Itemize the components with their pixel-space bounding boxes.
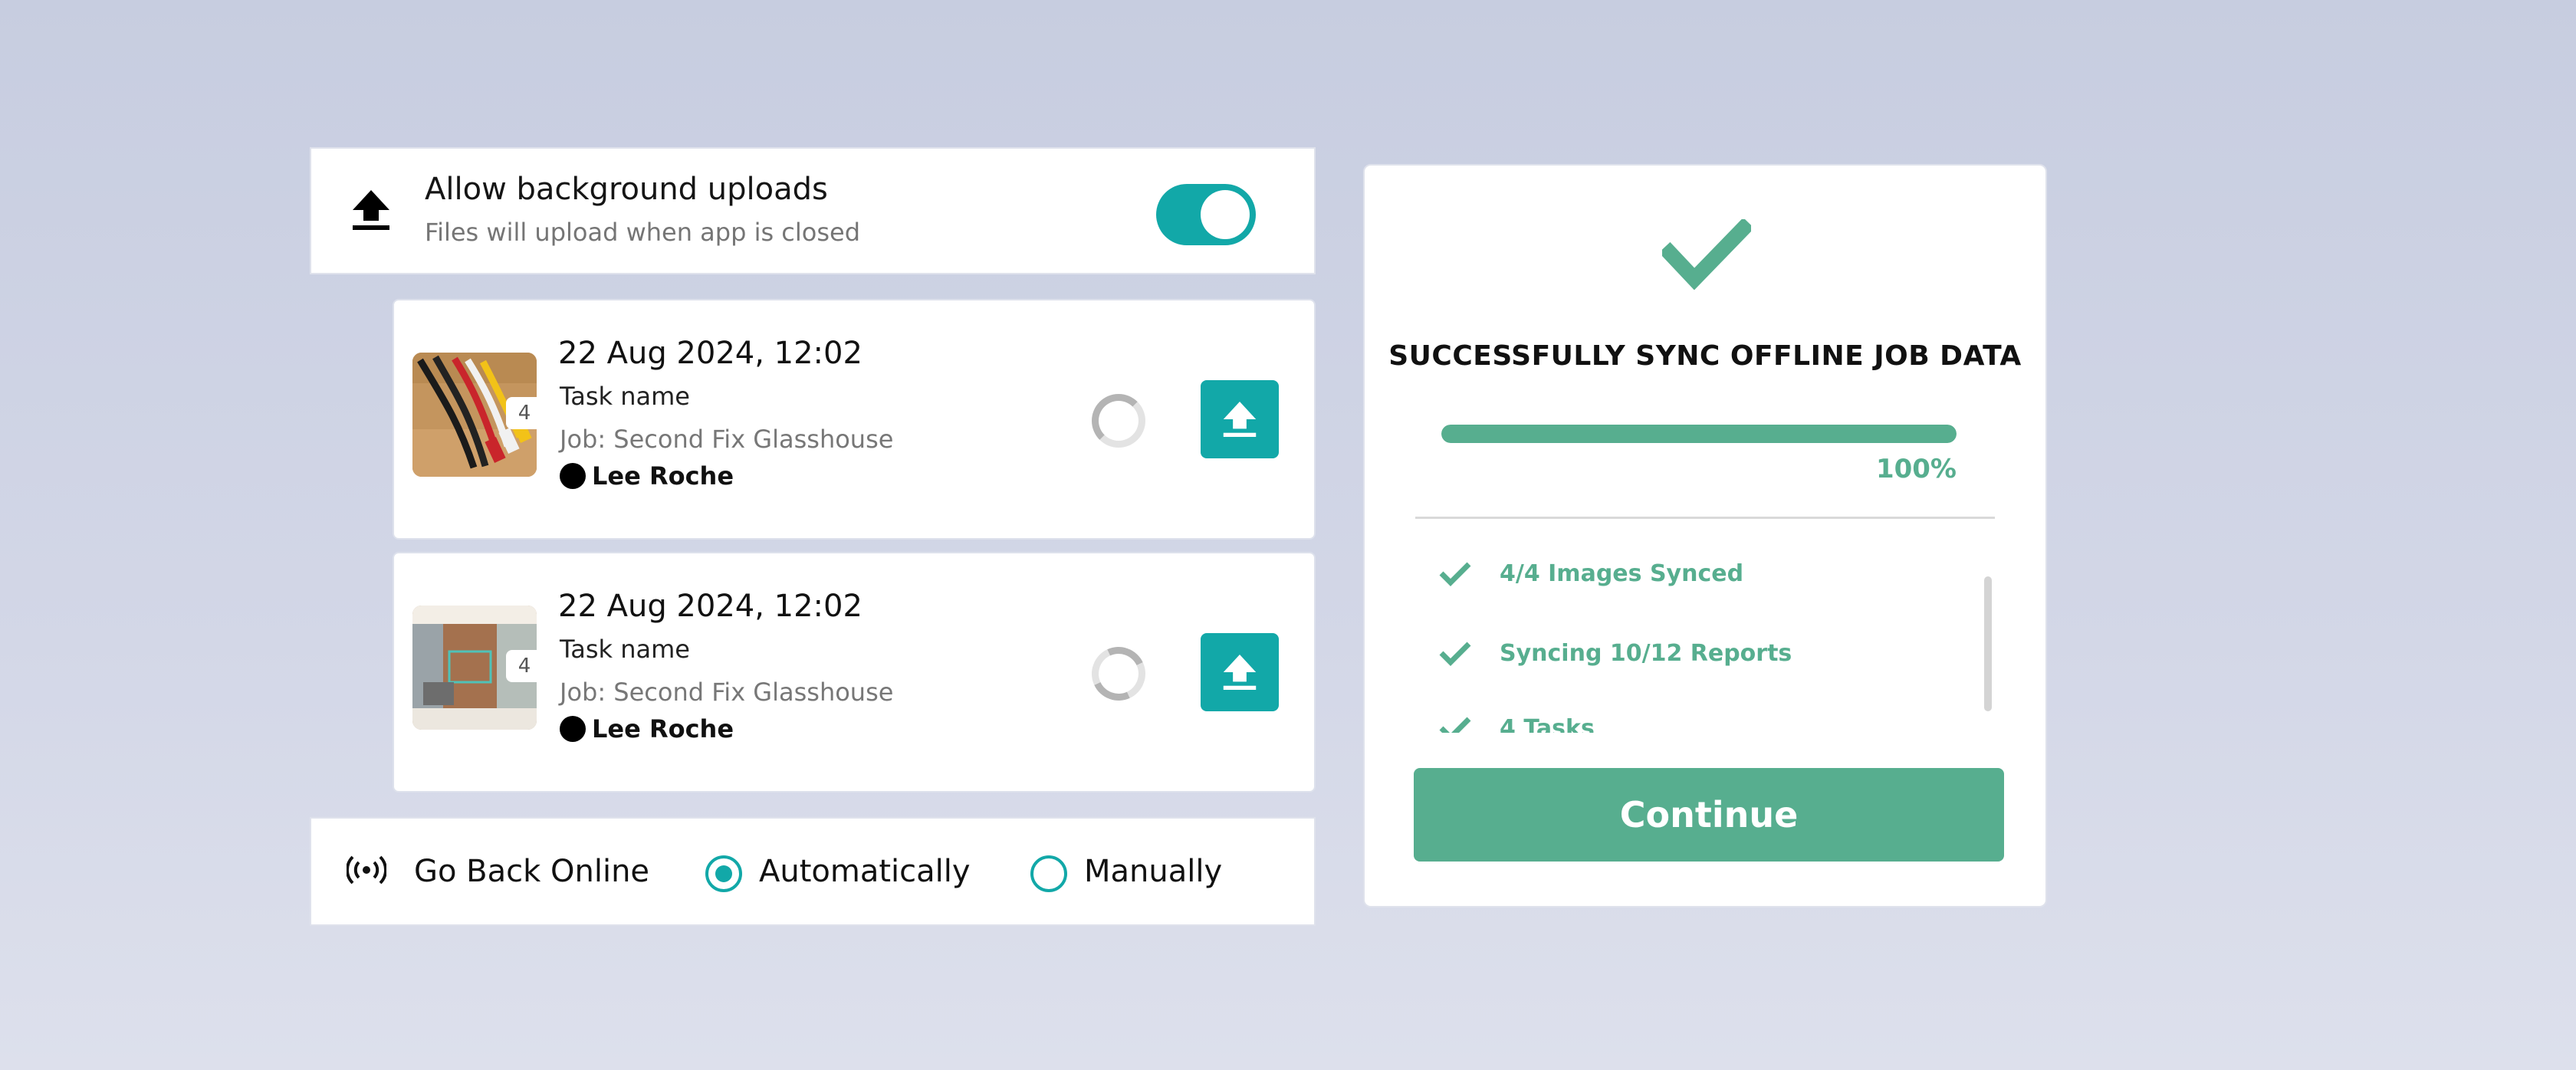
radio-manually-label[interactable]: Manually bbox=[1084, 854, 1222, 889]
radio-automatically-label[interactable]: Automatically bbox=[759, 854, 971, 889]
user-avatar-dot bbox=[560, 716, 586, 742]
upload-date: 22 Aug 2024, 12:02 bbox=[558, 589, 863, 624]
sync-progress-fill bbox=[1441, 425, 1957, 443]
sync-success-dialog: SUCCESSFULLY SYNC OFFLINE JOB DATA 100% … bbox=[1363, 164, 2047, 908]
upload-icon bbox=[1223, 402, 1257, 437]
upload-icon bbox=[1223, 655, 1257, 690]
image-count-badge: 4 bbox=[506, 397, 537, 429]
check-icon bbox=[1439, 562, 1471, 586]
upload-button[interactable] bbox=[1201, 633, 1279, 711]
user-avatar-dot bbox=[560, 463, 586, 489]
continue-button[interactable]: Continue bbox=[1414, 768, 2004, 862]
upload-date: 22 Aug 2024, 12:02 bbox=[558, 336, 863, 371]
sync-list-scrollbar[interactable] bbox=[1984, 576, 1992, 711]
background-uploads-subtitle: Files will upload when app is closed bbox=[425, 218, 861, 247]
sync-item-reports: Syncing 10/12 Reports bbox=[1438, 639, 1792, 667]
wifi-broadcast-icon bbox=[347, 855, 386, 885]
upload-task: Task name bbox=[560, 635, 690, 664]
loading-spinner-icon bbox=[1092, 394, 1145, 448]
background-uploads-toggle[interactable] bbox=[1156, 184, 1256, 245]
sync-item-images: 4/4 Images Synced bbox=[1438, 560, 1743, 587]
upload-user-name: Lee Roche bbox=[592, 461, 734, 491]
background-uploads-card: Allow background uploads Files will uplo… bbox=[310, 147, 1316, 274]
image-count-badge: 4 bbox=[506, 650, 537, 682]
upload-job: Job: Second Fix Glasshouse bbox=[560, 425, 894, 454]
sync-title: SUCCESSFULLY SYNC OFFLINE JOB DATA bbox=[1388, 340, 2022, 372]
upload-user: Lee Roche bbox=[560, 461, 734, 491]
background-uploads-title: Allow background uploads bbox=[425, 172, 828, 207]
upload-user: Lee Roche bbox=[560, 714, 734, 743]
upload-user-name: Lee Roche bbox=[592, 714, 734, 743]
loading-spinner-icon bbox=[1084, 639, 1153, 708]
toggle-knob bbox=[1201, 190, 1250, 239]
upload-job: Job: Second Fix Glasshouse bbox=[560, 678, 894, 707]
radio-manually[interactable] bbox=[1030, 855, 1067, 892]
divider bbox=[1415, 517, 1995, 519]
sync-item-label: 4/4 Images Synced bbox=[1500, 560, 1744, 587]
upload-button[interactable] bbox=[1201, 380, 1279, 458]
upload-item: 4 22 Aug 2024, 12:02 Task name Job: Seco… bbox=[393, 299, 1316, 540]
radio-automatically[interactable] bbox=[705, 855, 742, 892]
success-check-icon bbox=[1662, 219, 1751, 290]
go-back-online-card: Go Back Online Automatically Manually bbox=[310, 817, 1316, 926]
upload-icon bbox=[353, 190, 389, 230]
check-icon bbox=[1439, 642, 1471, 666]
upload-task: Task name bbox=[560, 382, 690, 411]
list-fade-mask bbox=[1411, 733, 1993, 766]
go-back-online-label: Go Back Online bbox=[414, 854, 650, 889]
upload-thumbnail[interactable]: 4 bbox=[412, 353, 537, 477]
upload-item: 4 22 Aug 2024, 12:02 Task name Job: Seco… bbox=[393, 552, 1316, 793]
sync-progress-bar bbox=[1441, 425, 1957, 443]
sync-progress-label: 100% bbox=[1875, 454, 1957, 484]
sync-item-label: Syncing 10/12 Reports bbox=[1500, 639, 1792, 667]
upload-thumbnail[interactable]: 4 bbox=[412, 606, 537, 730]
